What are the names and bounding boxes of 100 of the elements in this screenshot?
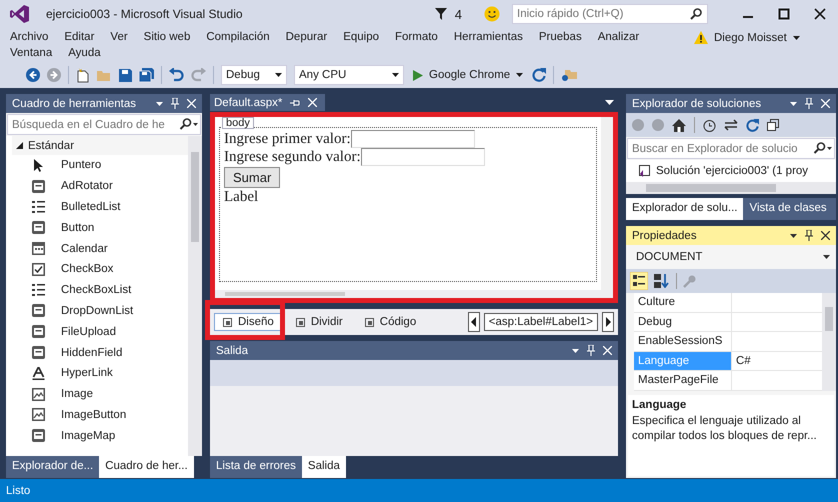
list-icon bbox=[32, 284, 45, 296]
menu-item[interactable]: Ayuda bbox=[62, 46, 107, 60]
panel-tab[interactable]: Cuadro de her... bbox=[99, 456, 194, 478]
warning-icon[interactable] bbox=[694, 31, 708, 44]
toolbox-item[interactable]: HiddenField bbox=[12, 342, 188, 363]
smiley-icon[interactable] bbox=[484, 6, 500, 22]
categorized-icon[interactable] bbox=[630, 272, 648, 290]
text-input[interactable] bbox=[350, 130, 475, 148]
platform-dropdown[interactable]: Any CPU bbox=[294, 65, 404, 85]
panel-tab[interactable]: Vista de clases bbox=[743, 198, 836, 220]
sync-icon[interactable] bbox=[724, 119, 738, 131]
close-icon[interactable] bbox=[814, 8, 826, 20]
checkbox-icon bbox=[32, 262, 45, 276]
refresh-icon[interactable] bbox=[746, 118, 759, 132]
panel-tab[interactable]: Explorador de... bbox=[6, 456, 100, 478]
menu-item[interactable]: Ver bbox=[104, 30, 134, 44]
menu-item[interactable]: Compilación bbox=[200, 30, 276, 44]
pin-icon[interactable] bbox=[805, 230, 813, 241]
status-text: Listo bbox=[6, 484, 30, 496]
scrollbar[interactable] bbox=[601, 117, 613, 290]
menu-item[interactable]: Ventana bbox=[4, 46, 58, 60]
caret-icon[interactable] bbox=[605, 100, 614, 105]
panel-tab[interactable]: Salida bbox=[302, 456, 346, 478]
scrollbar[interactable] bbox=[626, 182, 836, 194]
view-icon bbox=[296, 318, 305, 326]
filter-icon[interactable] bbox=[434, 8, 447, 20]
toolbox-item[interactable]: Calendar bbox=[12, 238, 188, 259]
solution-search-field[interactable]: Buscar en Explorador de solucio bbox=[627, 138, 835, 159]
toolbox-item[interactable]: Button bbox=[12, 217, 188, 238]
menu-item[interactable]: Depurar bbox=[280, 30, 334, 44]
toolbox-item[interactable]: HyperLink bbox=[12, 362, 188, 384]
new-project-icon[interactable] bbox=[76, 68, 90, 82]
calendar-icon bbox=[32, 242, 45, 256]
menu-item[interactable]: Editar bbox=[58, 30, 100, 44]
menu-item[interactable]: Formato bbox=[389, 30, 444, 44]
menu-item[interactable]: Pruebas bbox=[532, 30, 588, 44]
search-icon[interactable] bbox=[813, 142, 833, 154]
toolbox-item[interactable]: ImageButton bbox=[12, 404, 188, 426]
scrollbar[interactable] bbox=[188, 136, 202, 456]
save-icon[interactable] bbox=[119, 68, 132, 82]
panel-tab[interactable]: Lista de errores bbox=[210, 456, 302, 478]
property-row[interactable]: Language C# bbox=[634, 352, 822, 371]
sum-button[interactable]: Sumar bbox=[224, 167, 280, 188]
control-icon bbox=[32, 304, 45, 318]
list-icon bbox=[32, 200, 45, 213]
underline-icon bbox=[32, 366, 45, 380]
group-header[interactable]: Estándar bbox=[12, 136, 188, 155]
text-input[interactable] bbox=[360, 148, 485, 166]
notification-count[interactable]: 4 bbox=[454, 6, 462, 22]
clock-icon[interactable] bbox=[703, 118, 716, 132]
caret-icon[interactable] bbox=[572, 348, 579, 352]
user-name[interactable]: Diego Moisset bbox=[714, 32, 787, 44]
undo-icon[interactable] bbox=[169, 68, 184, 82]
collapse-icon[interactable] bbox=[767, 119, 779, 131]
property-row[interactable]: Culture bbox=[634, 293, 822, 312]
toolbox-item[interactable]: CheckBoxList bbox=[12, 280, 188, 301]
caret-icon bbox=[823, 255, 830, 259]
expanded-icon[interactable] bbox=[16, 142, 23, 149]
toolbox-item[interactable]: Puntero bbox=[12, 155, 188, 176]
maximize-icon[interactable] bbox=[778, 8, 790, 20]
back-icon[interactable] bbox=[26, 68, 40, 82]
property-row[interactable]: Debug bbox=[634, 312, 822, 332]
toolbox-item[interactable]: CheckBox bbox=[12, 258, 188, 280]
menu-item[interactable]: Archivo bbox=[4, 30, 54, 44]
window-title: ejercicio003 - Microsoft Visual Studio bbox=[46, 7, 243, 21]
menu-item[interactable]: Equipo bbox=[337, 30, 385, 44]
toolbox-search-field[interactable]: Búsqueda en el Cuadro de he bbox=[7, 114, 201, 135]
caret-icon[interactable] bbox=[156, 102, 163, 106]
tag-breadcrumb[interactable]: <asp:Label#Label1> bbox=[484, 313, 598, 331]
property-row[interactable]: MasterPageFile bbox=[634, 371, 822, 390]
refresh-icon[interactable] bbox=[532, 68, 546, 82]
menu-item[interactable]: Analizar bbox=[592, 30, 646, 44]
sort-icon[interactable] bbox=[654, 274, 670, 288]
view-tab[interactable]: Dividir bbox=[286, 313, 352, 331]
toolbox-item[interactable]: BulletedList bbox=[12, 196, 188, 218]
view-tab[interactable]: Diseño bbox=[214, 313, 283, 331]
quick-launch-field[interactable]: Inicio rápido (Ctrl+Q) bbox=[512, 4, 708, 24]
search-icon bbox=[690, 8, 702, 20]
close-icon[interactable] bbox=[821, 231, 830, 240]
home-icon[interactable] bbox=[672, 118, 686, 132]
property-row[interactable]: EnableSessionS bbox=[634, 332, 822, 352]
menu-item[interactable]: Herramientas bbox=[448, 30, 529, 44]
toolbox-item[interactable]: Image bbox=[12, 384, 188, 405]
save-all-icon[interactable] bbox=[139, 68, 154, 82]
panel-tab[interactable]: Explorador de solu... bbox=[626, 198, 744, 220]
search-icon[interactable] bbox=[179, 118, 199, 130]
toolbox-item[interactable]: DropDownList bbox=[12, 300, 188, 322]
run-button[interactable]: Google Chrome bbox=[411, 69, 526, 81]
toolbox-item[interactable]: AdRotator bbox=[12, 176, 188, 197]
control-icon bbox=[32, 429, 45, 442]
view-tab[interactable]: Código bbox=[356, 313, 426, 331]
scrollbar[interactable] bbox=[822, 293, 836, 390]
caret-icon[interactable] bbox=[792, 36, 800, 40]
configuration-dropdown[interactable]: Debug bbox=[221, 65, 287, 85]
menu-item[interactable]: Sitio web bbox=[138, 30, 196, 44]
scrollbar[interactable] bbox=[215, 290, 613, 298]
toolbox-item[interactable]: FileUpload bbox=[12, 321, 188, 342]
toolbox-item[interactable]: ImageMap bbox=[12, 425, 188, 446]
caret-icon[interactable] bbox=[790, 234, 797, 238]
caret-icon[interactable] bbox=[790, 102, 797, 106]
